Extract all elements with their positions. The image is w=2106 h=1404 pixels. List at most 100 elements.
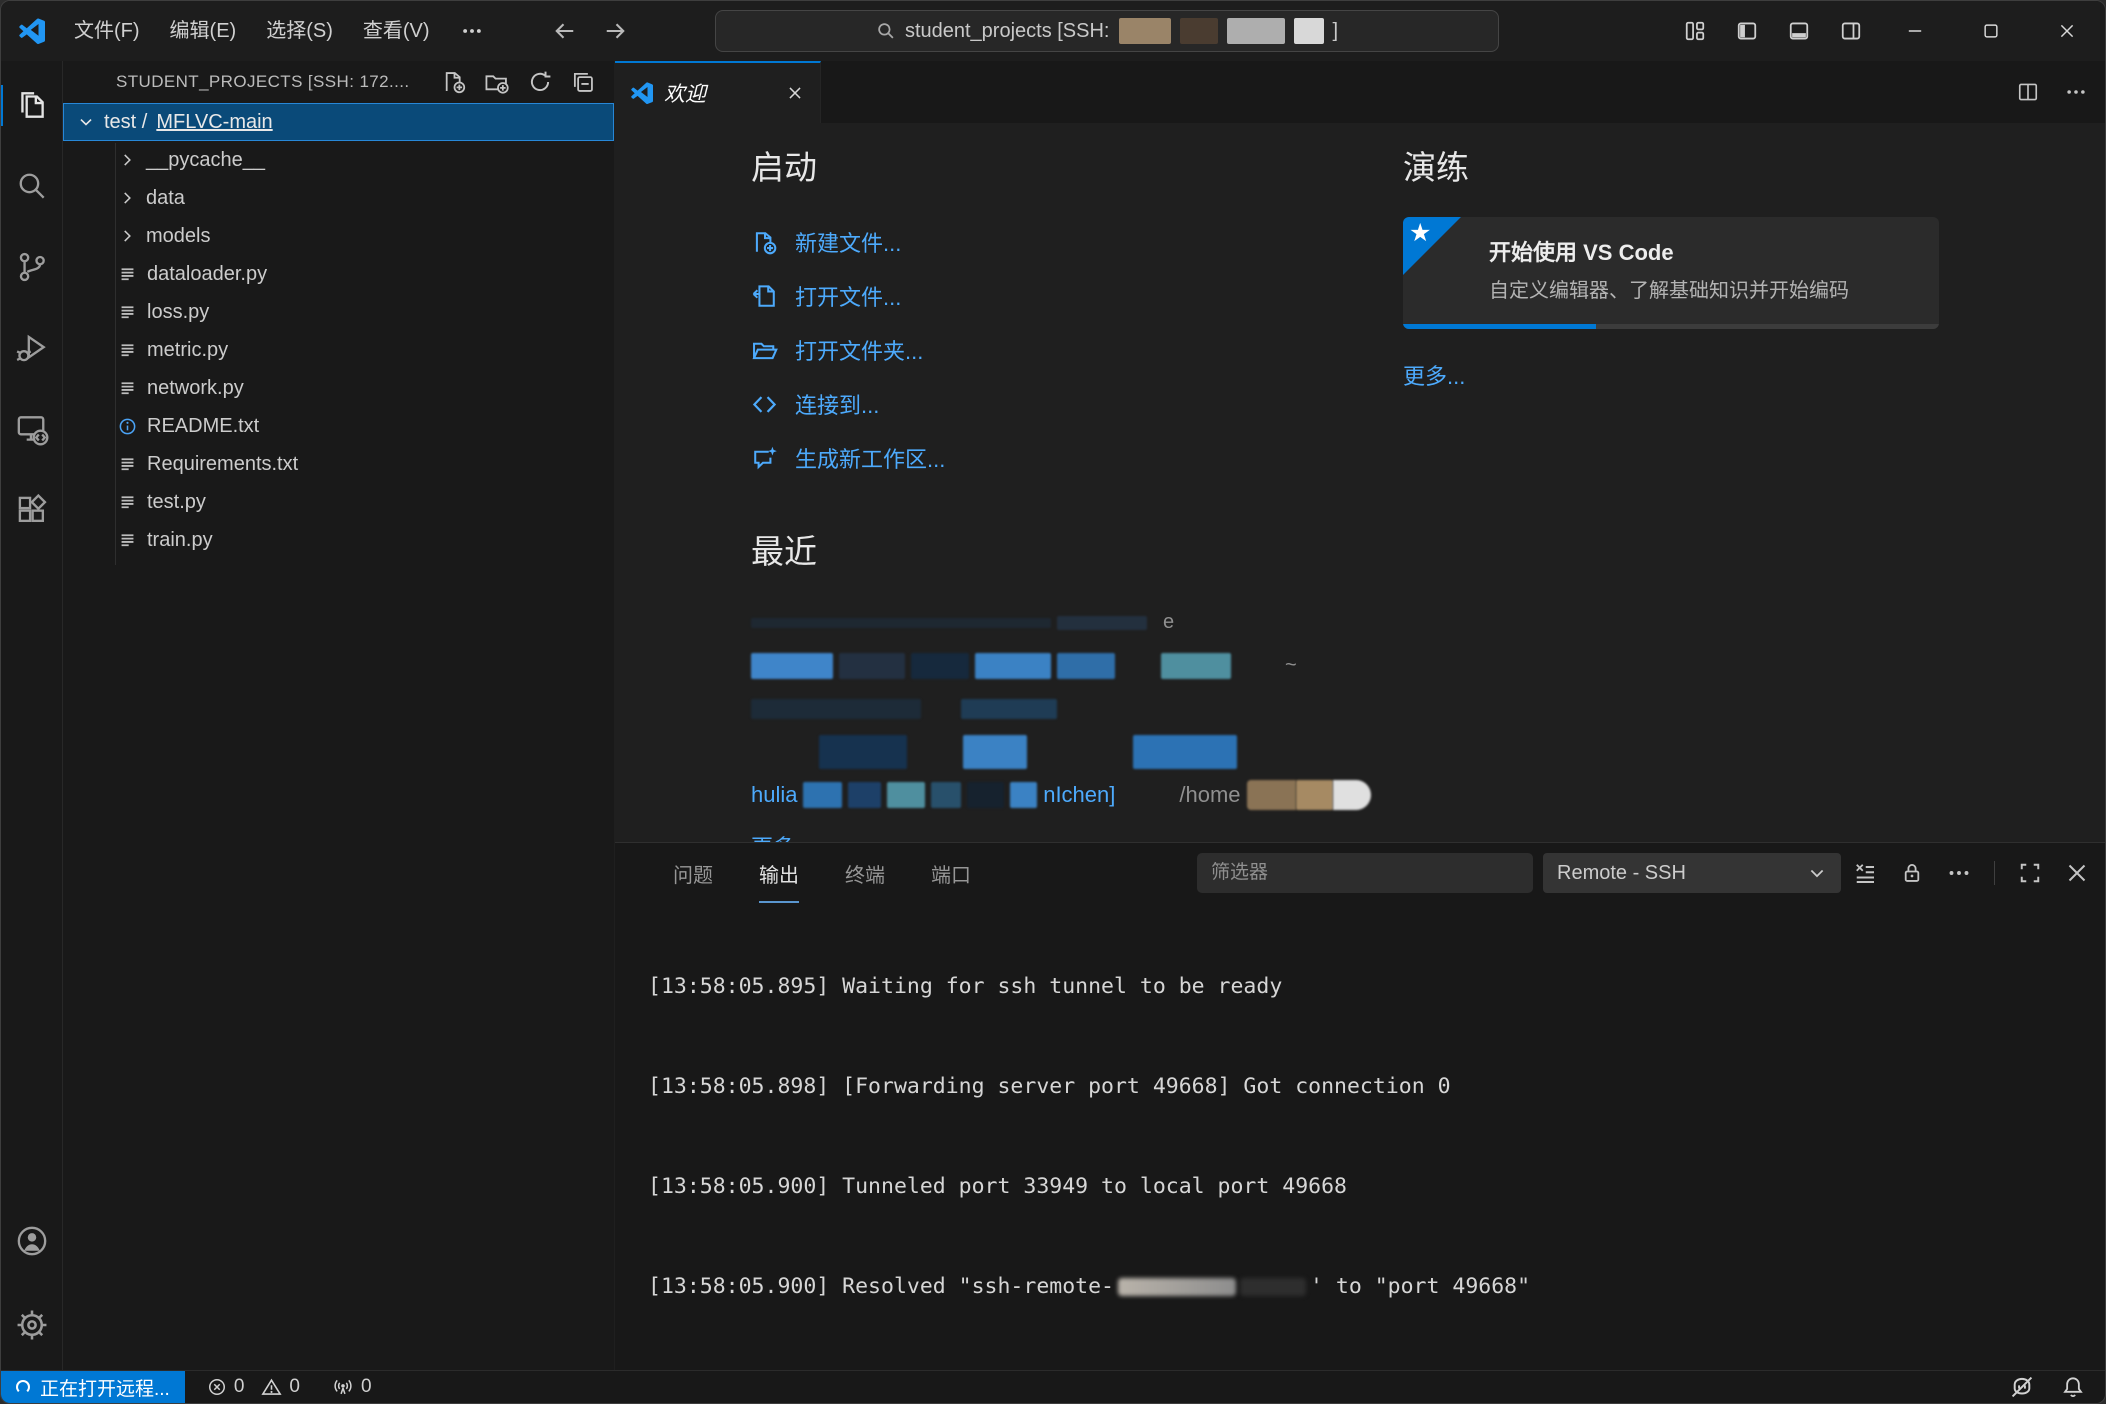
notifications-bell-icon[interactable] [2061,1375,2085,1399]
split-editor-icon[interactable] [2017,81,2039,103]
log-redaction [1240,1278,1306,1296]
recent-item[interactable]: e [751,601,1371,644]
recent-item[interactable]: hulia nIchen] /home [751,773,1371,816]
source-control-icon[interactable] [15,250,49,284]
panel-tab-output[interactable]: 输出 [759,843,799,903]
tree-item-train[interactable]: train.py [63,521,614,559]
new-file-link[interactable]: 新建文件... [751,215,1371,269]
nav-back-icon[interactable] [553,19,577,43]
tree-item-metric[interactable]: metric.py [63,331,614,369]
command-center-search[interactable]: student_projects [SSH: ] [715,10,1499,52]
recent-name-fragment: nIchen] [1043,782,1115,808]
menu-more-icon[interactable] [445,20,499,42]
panel-tab-terminal[interactable]: 终端 [845,843,885,903]
file-icon [118,341,137,360]
panel-header: 问题 输出 终端 端口 Remote - SSH [615,843,2105,903]
tree-item-pycache[interactable]: __pycache__ [63,141,614,179]
panel-tab-ports[interactable]: 端口 [931,843,971,903]
tree-item-test[interactable]: test.py [63,483,614,521]
lock-icon[interactable] [1900,861,1924,885]
tree-item-label: models [146,225,210,248]
accounts-icon[interactable] [15,1224,49,1258]
open-folder-icon [751,337,778,364]
recent-path-fragment: e [1163,611,1174,634]
new-file-icon[interactable] [441,69,467,95]
log-line-resolved: [13:58:05.900] Resolved "ssh-remote- ' t… [648,1270,2089,1303]
star-icon: ★ [1409,218,1431,248]
recent-heading: 最近 [751,525,1371,573]
tree-root-mflvc-main[interactable]: test / MFLVC-main [63,103,614,141]
tree-item-loss[interactable]: loss.py [63,293,614,331]
maximize-button[interactable] [1953,1,2029,61]
settings-gear-icon[interactable] [15,1308,49,1342]
editor-more-actions-icon[interactable] [2065,81,2087,103]
panel-tab-problems[interactable]: 问题 [673,843,713,903]
tab-welcome[interactable]: 欢迎 [615,61,821,123]
remote-status-label: 正在打开远程... [40,1374,170,1401]
more-recent-link[interactable]: 更多... [751,830,813,842]
tree-item-network[interactable]: network.py [63,369,614,407]
more-walkthroughs-link[interactable]: 更多... [1403,359,1465,391]
nav-forward-icon[interactable] [603,19,627,43]
walkthrough-card[interactable]: ★ 开始使用 VS Code 自定义编辑器、了解基础知识并开始编码 [1403,217,1939,329]
extensions-icon[interactable] [15,493,49,527]
explorer-title: STUDENT_PROJECTS [SSH: 172.... [116,72,410,92]
tree-item-label: train.py [147,529,213,552]
explorer-icon[interactable] [15,88,49,122]
tree-item-readme[interactable]: README.txt [63,407,614,445]
minimize-button[interactable] [1877,1,1953,61]
ports-status[interactable]: 0 [332,1376,372,1398]
start-item-label: 生成新工作区... [795,442,945,474]
recent-item[interactable] [751,730,1371,773]
menu-selection[interactable]: 选择(S) [251,1,348,61]
menu-view[interactable]: 查看(V) [348,1,445,61]
recent-name-fragment: hulia [751,782,797,808]
open-file-link[interactable]: 打开文件... [751,269,1371,323]
menu-file[interactable]: 文件(F) [59,1,155,61]
tree-item-data[interactable]: data [63,179,614,217]
output-filter-input[interactable] [1197,853,1533,893]
output-channel-select[interactable]: Remote - SSH [1543,853,1841,893]
search-view-icon[interactable] [15,169,49,203]
tab-close-icon[interactable] [786,84,804,102]
tree-item-models[interactable]: models [63,217,614,255]
status-bar: 正在打开远程... 0 0 0 [1,1370,2105,1403]
close-panel-icon[interactable] [2065,861,2089,885]
file-icon [118,303,137,322]
recent-item[interactable] [751,687,1371,730]
remote-status-indicator[interactable]: 正在打开远程... [1,1371,185,1403]
activity-bar [1,61,63,1370]
vscode-window: 文件(F) 编辑(E) 选择(S) 查看(V) student_projects… [0,0,2106,1404]
connect-to-link[interactable]: 连接到... [751,377,1371,431]
remote-explorer-icon[interactable] [15,412,49,446]
new-workspace-link[interactable]: 生成新工作区... [751,431,1371,485]
refresh-icon[interactable] [527,69,553,95]
maximize-panel-icon[interactable] [2018,861,2042,885]
open-folder-link[interactable]: 打开文件夹... [751,323,1371,377]
copilot-disabled-icon[interactable] [2009,1374,2035,1400]
close-button[interactable] [2029,1,2105,61]
customize-layout-icon[interactable] [1669,1,1721,61]
clear-output-icon[interactable] [1853,861,1877,885]
file-icon [118,493,137,512]
recent-item[interactable]: ~ [751,644,1371,687]
output-log: [13:58:05.895] Waiting for ssh tunnel to… [648,903,2089,1370]
warning-count: 0 [289,1376,300,1398]
problems-status[interactable]: 0 0 [207,1376,300,1398]
tree-item-requirements[interactable]: Requirements.txt [63,445,614,483]
panel-more-actions-icon[interactable] [1947,861,1971,885]
walkthrough-card-title: 开始使用 VS Code [1489,235,1674,267]
tree-item-label: test.py [147,491,206,514]
toggle-sidebar-icon[interactable] [1721,1,1773,61]
new-folder-icon[interactable] [484,69,510,95]
vscode-tab-icon [631,82,653,104]
toggle-secondary-sidebar-icon[interactable] [1825,1,1877,61]
menu-edit[interactable]: 编辑(E) [155,1,252,61]
open-file-icon [751,283,778,310]
run-debug-icon[interactable] [15,331,49,365]
tab-bar: 欢迎 [615,61,2105,123]
toggle-panel-icon[interactable] [1773,1,1825,61]
tree-item-dataloader[interactable]: dataloader.py [63,255,614,293]
collapse-all-icon[interactable] [570,69,596,95]
walkthrough-card-subtitle: 自定义编辑器、了解基础知识并开始编码 [1489,274,1849,303]
